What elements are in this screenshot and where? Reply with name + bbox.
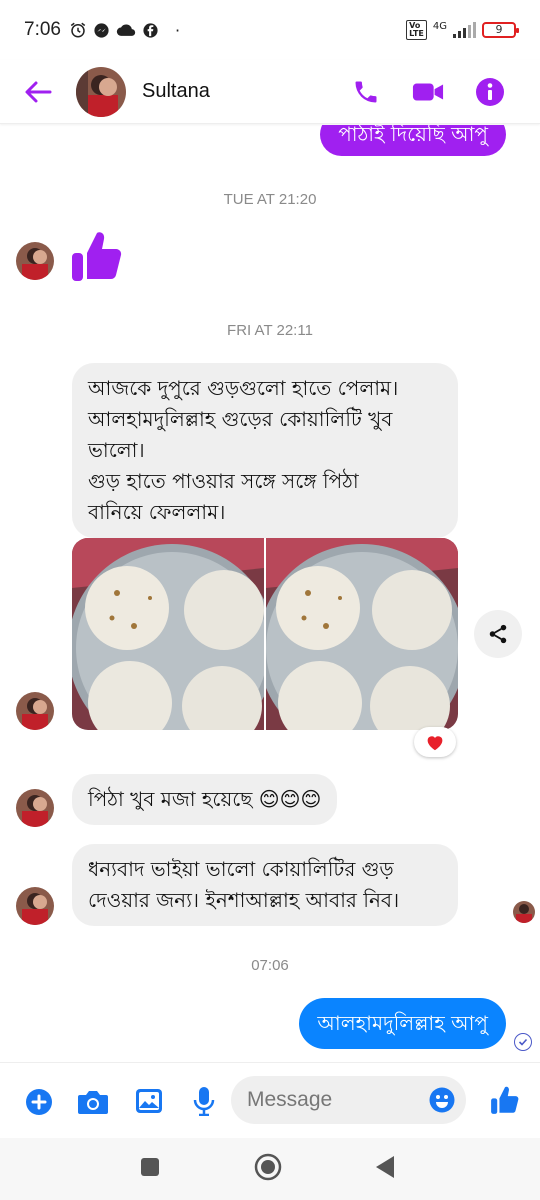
timestamp: 07:06 [251,957,289,974]
contact-avatar[interactable] [76,66,126,117]
message-line: আজকে দুপুরে গুড়গুলো হাতে পেলাম। [88,376,399,400]
message-line: দেওয়ার জন্য। ইনশাআল্লাহ আবার নিব। [88,888,400,912]
plus-circle-icon [26,1089,52,1115]
status-bar: 7:06 · Vo LTE 4G 9 [0,0,540,60]
home-circle-icon [254,1153,282,1181]
info-icon [476,77,504,106]
microphone-icon [193,1087,215,1116]
contact-avatar-small[interactable] [16,692,54,730]
camera-icon [78,1091,108,1114]
status-time: 7:06 [24,19,61,40]
square-icon [141,1158,159,1176]
message-text: আলহামদুলিল্লাহ আপু [317,1011,488,1035]
received-message-bubble[interactable]: আজকে দুপুরে গুড়গুলো হাতে পেলাম। আলহামদু… [72,363,458,538]
status-right: Vo LTE 4G 9 [406,20,519,40]
screen: { "status_bar": { "time": "7:06", "netwo… [0,0,540,1200]
battery-level: 9 [495,23,503,36]
message-line: আলহামদুলিল্লাহ গুড়ের কোয়ালিটি খুব [88,407,393,431]
facebook-icon [143,22,158,38]
contact-avatar-small[interactable] [16,887,54,925]
pitha-photo-2[interactable] [266,538,458,730]
signal-icon [453,22,476,38]
video-call-button[interactable] [412,76,444,108]
heart-reaction[interactable] [414,727,456,757]
camera-button[interactable] [77,1087,109,1117]
read-receipt-avatar [513,901,535,923]
contact-avatar-small[interactable] [16,242,54,280]
share-button[interactable] [474,610,522,658]
home-button[interactable] [254,1153,282,1185]
message-line: ধন্যবাদ ভাইয়া ভালো কোয়ালিটির গুড় [88,857,394,881]
network-type: 4G [432,20,447,32]
cloud-icon [116,24,136,36]
emoji-button[interactable] [428,1086,456,1114]
share-icon [489,624,507,644]
message-line: ভালো। [88,438,145,462]
voice-call-button[interactable] [350,76,382,108]
battery-icon: 9 [482,22,519,38]
message-text: পিঠা খুব মজা হয়েছে 😊😊😊 [88,787,322,811]
more-notifications-dot: · [174,20,181,40]
timestamp: TUE AT 21:20 [223,191,317,208]
received-message-bubble[interactable]: ধন্যবাদ ভাইয়া ভালো কোয়ালিটির গুড় দেওয… [72,844,458,926]
thumbs-up-sticker[interactable] [70,229,124,287]
pitha-photo-1[interactable] [72,538,264,730]
phone-icon [355,81,377,102]
status-notification-icons: · [69,21,180,40]
seen-check-icon [514,1033,532,1051]
header-actions [350,76,506,108]
video-camera-icon [412,83,444,100]
sent-message-bubble[interactable]: পাঠাই দিয়েছি আপু [320,125,506,156]
conversation-info-button[interactable] [474,76,506,108]
emoji-icon [429,1087,455,1113]
back-arrow-icon [25,81,52,102]
thumbs-up-icon [72,232,122,281]
alarm-icon [70,22,86,38]
sent-message-bubble[interactable]: আলহামদুলিল্লাহ আপু [299,998,506,1049]
gallery-button[interactable] [134,1086,164,1116]
image-icon [136,1089,162,1113]
like-button[interactable] [488,1083,522,1117]
back-button[interactable] [18,72,58,112]
message-list[interactable]: পাঠাই দিয়েছি আপু TUE AT 21:20 FRI AT 22… [0,125,540,1060]
back-nav-button[interactable] [374,1155,396,1183]
message-input[interactable] [247,1088,417,1112]
thumbs-up-icon [491,1086,519,1114]
messenger-icon [94,22,109,38]
system-navigation-bar [0,1138,540,1200]
timestamp: FRI AT 22:11 [227,322,313,339]
recents-button[interactable] [140,1157,160,1181]
voice-record-button[interactable] [191,1085,217,1117]
message-line: গুড় হাতে পাওয়ার সঙ্গে সঙ্গে পিঠা [88,469,359,493]
message-composer [0,1062,540,1138]
message-text: পাঠাই দিয়েছি আপু [338,125,488,146]
received-message-bubble[interactable]: পিঠা খুব মজা হয়েছে 😊😊😊 [72,774,338,825]
more-actions-button[interactable] [24,1087,54,1117]
volte-icon: Vo LTE [406,20,427,40]
conversation-header: Sultana [0,60,540,124]
message-line: বানিয়ে ফেললাম। [88,500,226,524]
triangle-back-icon [376,1156,394,1178]
contact-name[interactable]: Sultana [142,80,210,103]
contact-avatar-small[interactable] [16,789,54,827]
heart-icon [427,736,443,751]
message-input-container[interactable] [231,1076,466,1124]
